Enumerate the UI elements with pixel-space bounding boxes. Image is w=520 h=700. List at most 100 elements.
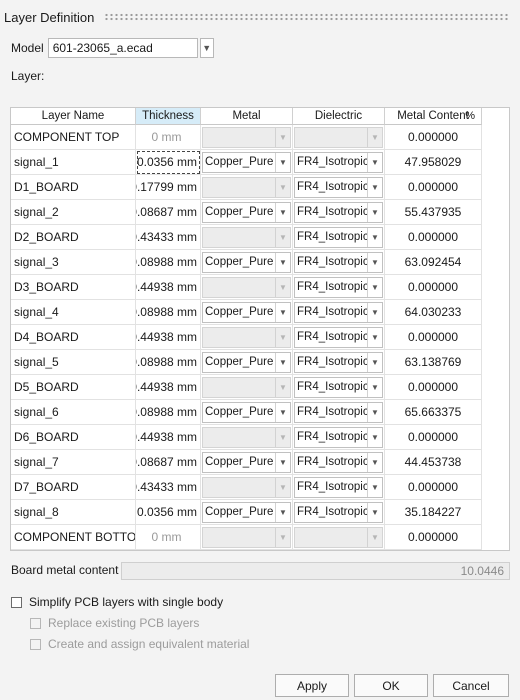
metal-select[interactable]: Copper_Pure ▼ [202, 501, 291, 523]
chevron-down-icon[interactable]: ▼ [275, 452, 290, 472]
chevron-down-icon[interactable]: ▼ [367, 452, 382, 472]
metal-select[interactable]: Copper_Pure ▼ [202, 151, 291, 173]
layer-name-cell[interactable]: D5_BOARD [11, 375, 136, 400]
thickness-cell[interactable]: 0.43433 mm [136, 225, 201, 250]
thickness-cell[interactable]: 0.08988 mm [136, 350, 201, 375]
chevron-down-icon[interactable]: ▼ [275, 352, 290, 372]
metal-content-cell[interactable]: 0.000000 [385, 125, 482, 150]
thickness-cell[interactable]: 0.08687 mm [136, 450, 201, 475]
thickness-cell[interactable]: 0.44938 mm [136, 375, 201, 400]
metal-content-cell[interactable]: 0.000000 [385, 525, 482, 550]
metal-content-cell[interactable]: 0.000000 [385, 425, 482, 450]
thickness-cell[interactable]: 0.0356 mm [136, 150, 201, 175]
chevron-down-icon[interactable]: ▼ [275, 202, 290, 222]
model-select[interactable]: 601-23065_a.ecad [47, 38, 198, 58]
dielectric-select[interactable]: FR4_Isotropic ▼ [294, 151, 383, 173]
cancel-button[interactable]: Cancel [433, 674, 509, 697]
layer-name-cell[interactable]: signal_7 [11, 450, 136, 475]
chevron-down-icon[interactable]: ▼ [367, 352, 382, 372]
chevron-down-icon[interactable]: ▼ [367, 402, 382, 422]
layer-name-cell[interactable]: signal_3 [11, 250, 136, 275]
dielectric-select[interactable]: FR4_Isotropic ▼ [294, 501, 383, 523]
dielectric-select[interactable]: FR4_Isotropic ▼ [294, 326, 383, 348]
chevron-down-icon[interactable]: ▼ [367, 377, 382, 397]
metal-content-cell[interactable]: 65.663375 [385, 400, 482, 425]
chevron-down-icon[interactable]: ▼ [367, 277, 382, 297]
metal-content-cell[interactable]: 47.958029 [385, 150, 482, 175]
metal-content-cell[interactable]: 0.000000 [385, 375, 482, 400]
dielectric-select[interactable]: FR4_Isotropic ▼ [294, 301, 383, 323]
chevron-down-icon[interactable]: ▼ [275, 502, 290, 522]
metal-content-cell[interactable]: 63.092454 [385, 250, 482, 275]
layer-name-cell[interactable]: D7_BOARD [11, 475, 136, 500]
thickness-cell[interactable]: 0.43433 mm [136, 475, 201, 500]
thickness-cell[interactable]: 0.44938 mm [136, 325, 201, 350]
simplify-checkbox[interactable] [11, 596, 22, 608]
chevron-down-icon[interactable]: ▼ [367, 252, 382, 272]
thickness-cell[interactable]: 0.44938 mm [136, 425, 201, 450]
layer-name-cell[interactable]: D6_BOARD [11, 425, 136, 450]
metal-content-cell[interactable]: 0.000000 [385, 325, 482, 350]
metal-content-cell[interactable]: 55.437935 [385, 200, 482, 225]
dielectric-select[interactable]: FR4_Isotropic ▼ [294, 426, 383, 448]
thickness-cell[interactable]: 0.08687 mm [136, 200, 201, 225]
chevron-down-icon[interactable]: ▼ [367, 327, 382, 347]
simplify-option[interactable]: Simplify PCB layers with single body [11, 595, 223, 609]
chevron-down-icon[interactable]: ▼ [367, 177, 382, 197]
thickness-cell[interactable]: 0.08988 mm [136, 400, 201, 425]
layer-name-cell[interactable]: COMPONENT TOP [11, 125, 136, 150]
thickness-cell[interactable]: 0.08988 mm [136, 250, 201, 275]
header-dielectric[interactable]: Dielectric [293, 108, 385, 125]
layer-name-cell[interactable]: D4_BOARD [11, 325, 136, 350]
chevron-down-icon[interactable]: ▼ [275, 252, 290, 272]
thickness-cell[interactable]: 0.17799 mm [136, 175, 201, 200]
layer-name-cell[interactable]: signal_6 [11, 400, 136, 425]
chevron-down-icon[interactable]: ▼ [367, 477, 382, 497]
metal-content-cell[interactable]: 35.184227 [385, 500, 482, 525]
header-thickness[interactable]: Thickness [136, 108, 201, 125]
header-metal[interactable]: Metal [201, 108, 293, 125]
layer-name-cell[interactable]: signal_8 [11, 500, 136, 525]
metal-select[interactable]: Copper_Pure ▼ [202, 351, 291, 373]
thickness-cell[interactable]: 0.08988 mm [136, 300, 201, 325]
metal-content-cell[interactable]: 0.000000 [385, 475, 482, 500]
dielectric-select[interactable]: FR4_Isotropic ▼ [294, 351, 383, 373]
layer-name-cell[interactable]: signal_5 [11, 350, 136, 375]
dielectric-select[interactable]: FR4_Isotropic ▼ [294, 276, 383, 298]
chevron-down-icon[interactable]: ▼ [367, 427, 382, 447]
chevron-down-icon[interactable]: ▼ [367, 502, 382, 522]
metal-content-cell[interactable]: 0.000000 [385, 275, 482, 300]
layer-name-cell[interactable]: signal_2 [11, 200, 136, 225]
dielectric-select[interactable]: FR4_Isotropic ▼ [294, 201, 383, 223]
metal-select[interactable]: Copper_Pure ▼ [202, 201, 291, 223]
title-bar[interactable]: Layer Definition [0, 0, 520, 34]
ok-button[interactable]: OK [354, 674, 428, 697]
thickness-cell[interactable]: 0.0356 mm [136, 500, 201, 525]
layer-name-cell[interactable]: signal_1 [11, 150, 136, 175]
thickness-cell[interactable]: 0.44938 mm [136, 275, 201, 300]
chevron-down-icon[interactable]: ▼ [275, 302, 290, 322]
dielectric-select[interactable]: FR4_Isotropic ▼ [294, 476, 383, 498]
metal-select[interactable]: Copper_Pure ▼ [202, 451, 291, 473]
chevron-down-icon[interactable]: ▼ [367, 152, 382, 172]
metal-select[interactable]: Copper_Pure ▼ [202, 401, 291, 423]
chevron-down-icon[interactable]: ▼ [275, 402, 290, 422]
metal-content-cell[interactable]: 0.000000 [385, 225, 482, 250]
metal-content-cell[interactable]: 63.138769 [385, 350, 482, 375]
metal-select[interactable]: Copper_Pure ▼ [202, 251, 291, 273]
layer-name-cell[interactable]: D3_BOARD [11, 275, 136, 300]
layer-name-cell[interactable]: signal_4 [11, 300, 136, 325]
model-dropdown-button[interactable]: ▼ [199, 38, 214, 58]
layer-name-cell[interactable]: COMPONENT BOTTOM [11, 525, 136, 550]
layer-name-cell[interactable]: D2_BOARD [11, 225, 136, 250]
dielectric-select[interactable]: FR4_Isotropic ▼ [294, 176, 383, 198]
metal-content-cell[interactable]: 44.453738 [385, 450, 482, 475]
chevron-down-icon[interactable]: ▼ [367, 302, 382, 322]
dielectric-select[interactable]: FR4_Isotropic ▼ [294, 376, 383, 398]
chevron-down-icon[interactable]: ▼ [275, 152, 290, 172]
header-metal-content[interactable]: Metal Content % [385, 108, 482, 125]
apply-button[interactable]: Apply [275, 674, 349, 697]
dielectric-select[interactable]: FR4_Isotropic ▼ [294, 251, 383, 273]
layer-name-cell[interactable]: D1_BOARD [11, 175, 136, 200]
dielectric-select[interactable]: FR4_Isotropic ▼ [294, 451, 383, 473]
